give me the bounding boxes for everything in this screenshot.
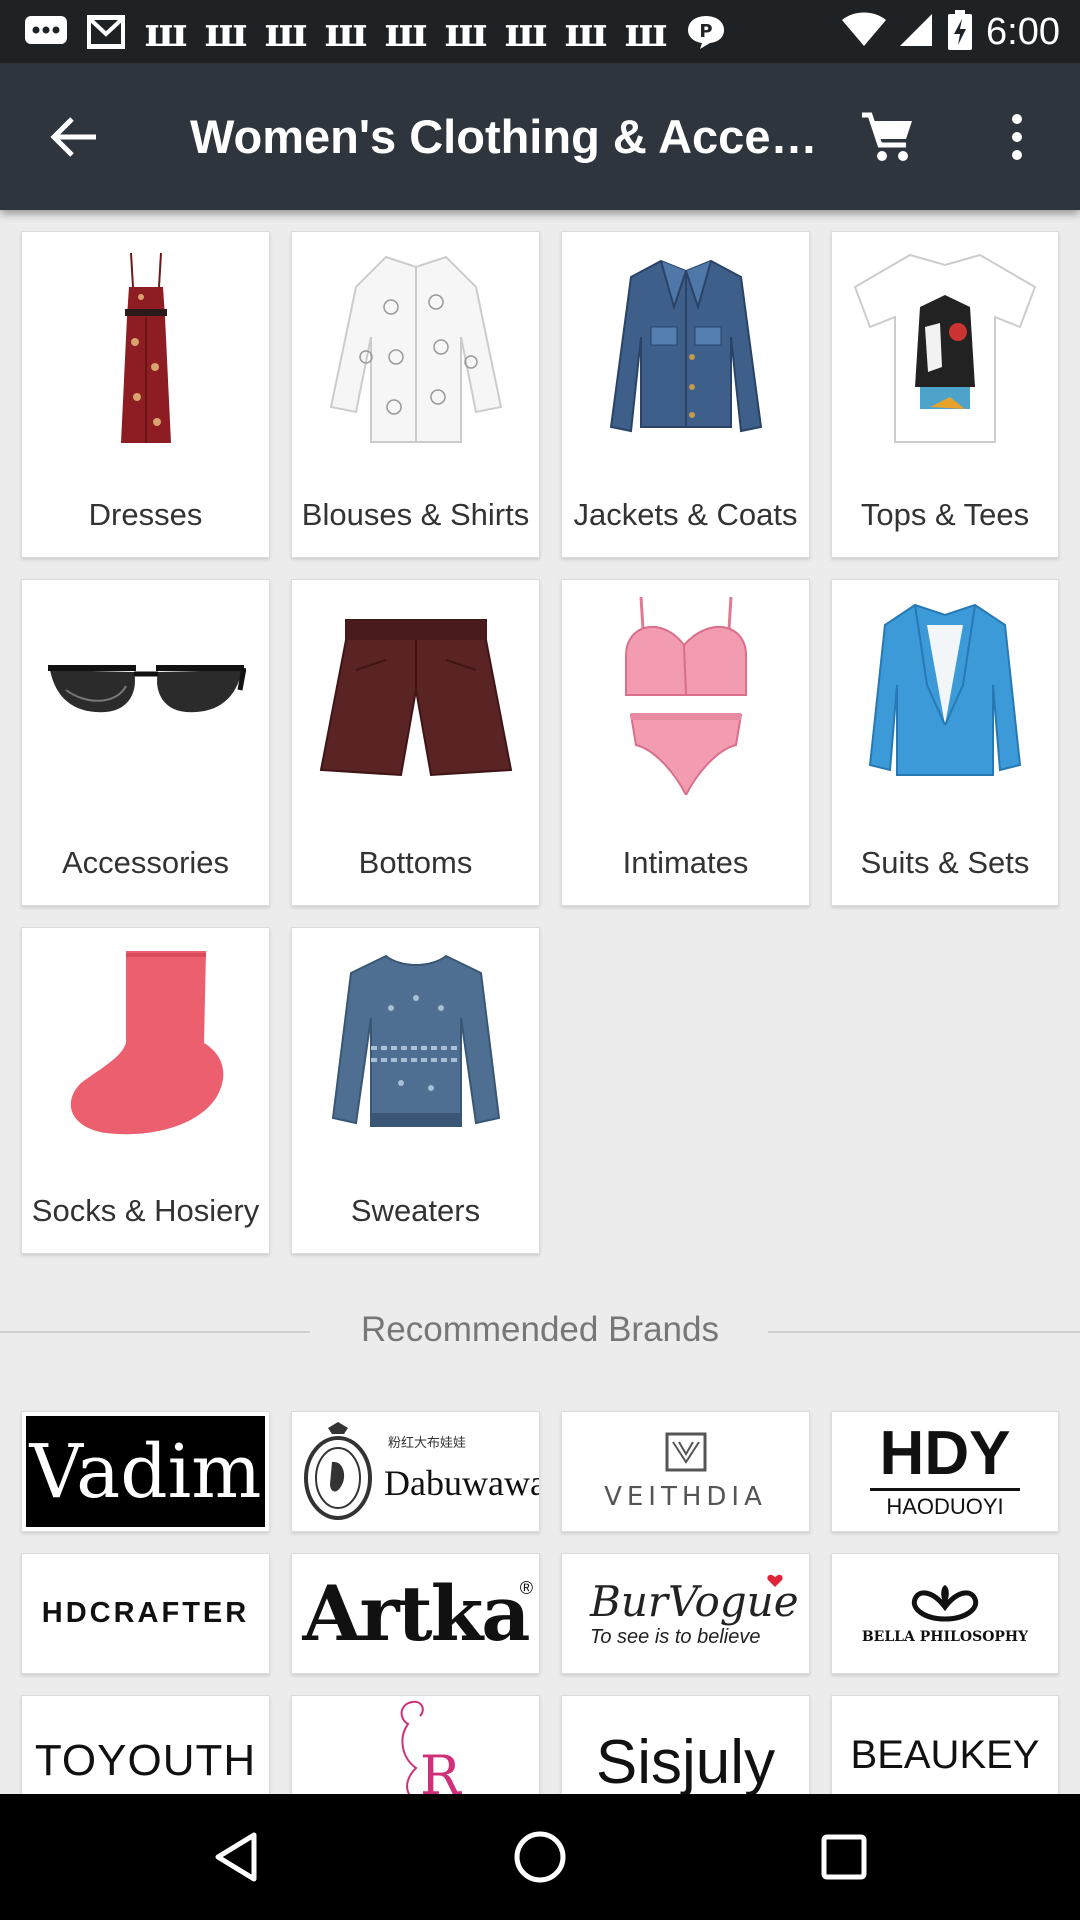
brand-name: TOYOUTH [34,1735,257,1785]
gmail-icon [84,12,128,52]
svg-text:P: P [699,21,712,42]
brand-name: Artka [302,1569,530,1658]
brand-vadim[interactable]: Vadim [21,1411,270,1532]
category-accessories[interactable]: Accessories [21,579,270,906]
category-label: Bottoms [358,845,473,880]
brand-name: BEAUKEY [850,1733,1040,1777]
brand-name: HDY [879,1419,1011,1488]
category-label: Sweaters [350,1193,481,1228]
home-circle-icon[interactable] [508,1825,572,1889]
category-label: Jackets & Coats [573,497,798,532]
brand-subtitle: HAODUOYI [886,1494,1004,1519]
app-bar: Women's Clothing & Access... [0,63,1080,210]
category-label: Blouses & Shirts [301,497,530,532]
brand-dabuwawa[interactable]: 粉红大布娃娃 Dabuwawa [291,1411,540,1532]
blouse-image [292,242,539,452]
brand-tagline: To see is to believe [590,1626,761,1648]
brand-burvogue[interactable]: BurVogue To see is to believe [561,1553,810,1674]
brand-name: Dabuwawa [384,1463,540,1503]
brand-name: HDCRAFTER [41,1597,250,1629]
w-app-icon: ш [564,8,608,56]
back-arrow-icon[interactable] [42,105,106,169]
category-label: Tops & Tees [860,497,1030,532]
bella-philosophy-logo-icon [911,1584,979,1622]
brand-artka[interactable]: Artka ® [291,1553,540,1674]
w-app-icon: ш [384,8,428,56]
brand-underline [870,1488,1020,1491]
notification-icons: ш ш ш ш ш ш ш ш ш P [24,8,728,56]
category-label: Socks & Hosiery [31,1193,260,1228]
brand-name: BELLA PHILOSOPHY [861,1628,1029,1645]
message-icon: P [684,12,728,52]
page-title: Women's Clothing & Access... [190,110,820,163]
brand-subtitle: 粉红大布娃娃 [388,1436,467,1451]
w-app-icon: ш [444,8,488,56]
divider-left [0,1331,310,1333]
category-blouses-shirts[interactable]: Blouses & Shirts [291,231,540,558]
category-jackets-coats[interactable]: Jackets & Coats [561,231,810,558]
tshirt-image [832,242,1058,452]
blazer-image [832,590,1058,800]
veithdia-logo-icon [665,1432,706,1471]
category-label: Suits & Sets [860,845,1030,880]
sweater-image [292,938,539,1148]
heart-icon [767,1574,783,1587]
category-bottoms[interactable]: Bottoms [291,579,540,906]
divider-right [768,1331,1080,1333]
wifi-icon [842,12,887,53]
brand-name: Sisjuly [595,1728,776,1797]
sunglasses-image [22,590,269,800]
category-suits-sets[interactable]: Suits & Sets [831,579,1059,906]
brand-veithdia[interactable]: VEITHDIA [561,1411,810,1532]
lingerie-image [562,590,809,800]
brand-hdcrafter[interactable]: HDCRAFTER [21,1553,270,1674]
more-vert-icon[interactable] [985,105,1049,169]
system-icons: 6:00 [842,8,1060,56]
category-dresses[interactable]: Dresses [21,231,270,558]
w-app-icon: ш [264,8,308,56]
brand-hdy[interactable]: HDY HAODUOYI [831,1411,1059,1532]
brand-logo: Vadim [26,1416,265,1527]
w-app-icon: ш [504,8,548,56]
category-intimates[interactable]: Intimates [561,579,810,906]
w-app-icon: ш [324,8,368,56]
brand-name: Vadim [29,1428,262,1515]
shorts-image [292,590,539,800]
clock: 6:00 [986,10,1060,53]
category-label: Accessories [61,845,230,880]
category-tops-tees[interactable]: Tops & Tees [831,231,1059,558]
battery-charging-icon [948,9,973,55]
sock-image [22,938,269,1148]
brand-bella-philosophy[interactable]: BELLA PHILOSOPHY [831,1553,1059,1674]
back-triangle-icon[interactable] [204,1825,268,1889]
category-socks-hosiery[interactable]: Socks & Hosiery [21,927,270,1254]
navigation-bar [0,1794,1080,1920]
category-sweaters[interactable]: Sweaters [291,927,540,1254]
recommended-brands-title: Recommended Brands [361,1310,719,1349]
chat-bubble-icon [24,12,68,52]
signal-icon [900,12,934,53]
status-bar: ш ш ш ш ш ш ш ш ш P 6:00 [0,0,1080,63]
dress-image [22,242,269,452]
w-app-icon: ш [624,8,668,56]
cart-icon[interactable] [856,105,920,169]
category-label: Dresses [88,497,203,532]
jacket-image [562,242,809,452]
recents-square-icon[interactable] [812,1825,876,1889]
brand-registered-mark: ® [519,1578,533,1598]
dabuwawa-crest-icon [304,1422,372,1520]
brand-name: VEITHDIA [604,1481,767,1512]
w-app-icon: ш [144,8,188,56]
category-label: Intimates [622,845,749,880]
w-app-icon: ш [204,8,248,56]
